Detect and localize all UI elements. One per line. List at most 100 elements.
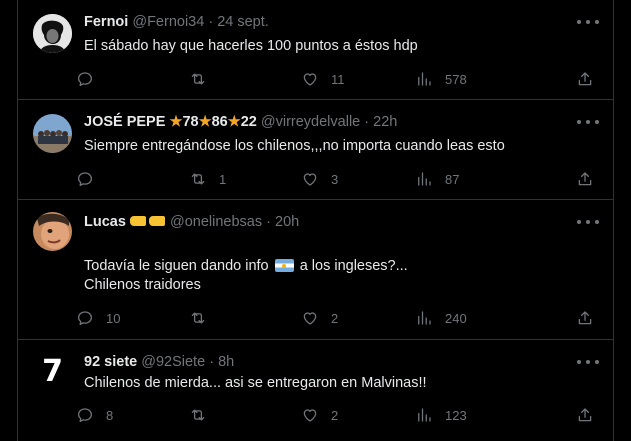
retweet-button[interactable]: 1 [189,168,226,190]
tweet-text: Siempre entregándose los chilenos,,,no i… [84,138,505,154]
views-button[interactable]: 87 [415,168,459,190]
tweet-header: 92 siete @92Siete · 8h [84,352,573,372]
avatar[interactable] [33,114,72,153]
tweet-header: Lucas @onelinebsas · 20h [84,212,573,232]
reply-count: 8 [106,407,114,423]
like-button[interactable]: 11 [301,68,345,90]
tweet[interactable]: Fernoi @Fernoi34 · 24 sept. El sábado ha… [17,0,614,100]
tweet[interactable]: 7 92 siete @92Siete · 8h Chilenos de mie… [17,340,614,441]
tweet[interactable]: JOSÉ PEPE ★78★86★22 @virreydelvalle · 22… [17,100,614,200]
timestamp[interactable]: 22h [373,114,397,130]
like-count: 11 [331,71,345,87]
display-name[interactable]: Lucas [84,214,166,230]
retweet-count: 1 [219,171,227,187]
handle[interactable]: @virreydelvalle [261,114,360,130]
reply-count: 10 [106,310,121,326]
handle[interactable]: @onelinebsas [170,214,262,230]
share-icon [576,309,594,327]
tweet-text: Chilenos de mierda... asi se entregaron … [84,375,427,391]
share-icon [576,406,594,424]
tweet-text-part: a los ingleses?... [299,258,408,274]
tweet-header: JOSÉ PEPE ★78★86★22 @virreydelvalle · 22… [84,112,573,132]
retweet-icon [189,70,207,88]
reply-button[interactable] [76,68,106,90]
separator: · [208,14,214,30]
timeline: Fernoi @Fernoi34 · 24 sept. El sábado ha… [0,0,631,441]
like-button[interactable]: 3 [301,168,338,190]
reply-button[interactable]: 10 [76,307,120,329]
view-count: 240 [445,310,467,326]
display-name[interactable]: JOSÉ PEPE ★78★86★22 [84,114,257,130]
like-button[interactable]: 2 [301,307,338,329]
handle[interactable]: @92Siete [141,354,205,370]
view-count: 87 [445,171,460,187]
reply-button[interactable]: 8 [76,404,113,426]
tweet-header: Fernoi @Fernoi34 · 24 sept. [84,12,573,32]
views-icon [415,309,433,327]
views-icon [415,406,433,424]
avatar[interactable] [33,14,72,53]
share-button[interactable] [576,68,594,90]
avatar[interactable]: 7 [33,352,72,391]
more-icon[interactable] [577,354,599,370]
star-emoji: ★ [169,114,183,130]
retweet-icon [189,170,207,188]
views-icon [415,70,433,88]
retweet-icon [189,406,207,424]
timestamp[interactable]: 24 sept. [217,14,269,30]
reply-icon [76,170,94,188]
display-name[interactable]: 92 siete [84,354,137,370]
pointing-hands-emoji [129,214,166,228]
avatar-face [33,212,72,251]
views-icon [415,170,433,188]
like-icon [301,170,319,188]
views-button[interactable]: 240 [415,307,467,329]
more-icon[interactable] [577,14,599,30]
avatar-portrait [33,14,72,53]
like-button[interactable]: 2 [301,404,338,426]
views-button[interactable]: 123 [415,404,467,426]
tweet-text: Todavía le siguen dando info a los ingle… [84,236,408,276]
like-count: 3 [331,171,339,187]
view-count: 123 [445,407,467,423]
star-emoji: ★ [198,114,212,130]
tweet-text-part: Todavía le siguen dando info [84,258,269,274]
tweet-actions: 11 578 [76,68,597,90]
like-icon [301,406,319,424]
reply-button[interactable] [76,168,106,190]
separator: · [209,354,215,370]
avatar[interactable] [33,212,72,251]
share-button[interactable] [576,404,594,426]
reply-icon [76,70,94,88]
display-name[interactable]: Fernoi [84,14,128,30]
timestamp[interactable]: 20h [275,214,299,230]
like-count: 2 [331,310,339,326]
share-button[interactable] [576,307,594,329]
star-emoji: ★ [227,114,241,130]
retweet-button[interactable] [189,404,219,426]
tweet-actions: 1 3 87 [76,168,597,190]
share-button[interactable] [576,168,594,190]
share-icon [576,170,594,188]
tweet-actions: 10 2 240 [76,307,597,329]
retweet-button[interactable] [189,307,219,329]
share-icon [576,70,594,88]
retweet-button[interactable] [189,68,219,90]
tweet-text: El sábado hay que hacerles 100 puntos a … [84,38,418,54]
more-icon[interactable] [577,214,599,230]
timestamp[interactable]: 8h [218,354,234,370]
views-button[interactable]: 578 [415,68,467,90]
display-name-number: 86 [211,114,228,130]
more-icon[interactable] [577,114,599,130]
display-name-number: 78 [182,114,199,130]
display-name-text: Lucas [84,214,126,230]
reply-icon [76,406,94,424]
tweet-actions: 8 2 123 [76,404,597,426]
tweet-text-line: Chilenos traidores [84,277,201,293]
retweet-icon [189,309,207,327]
separator: · [266,214,271,230]
reply-icon [76,309,94,327]
handle[interactable]: @Fernoi34 [132,14,204,30]
tweet[interactable]: Lucas @onelinebsas · 20h Todavía le sigu… [17,200,614,340]
avatar-group-photo [33,114,72,153]
